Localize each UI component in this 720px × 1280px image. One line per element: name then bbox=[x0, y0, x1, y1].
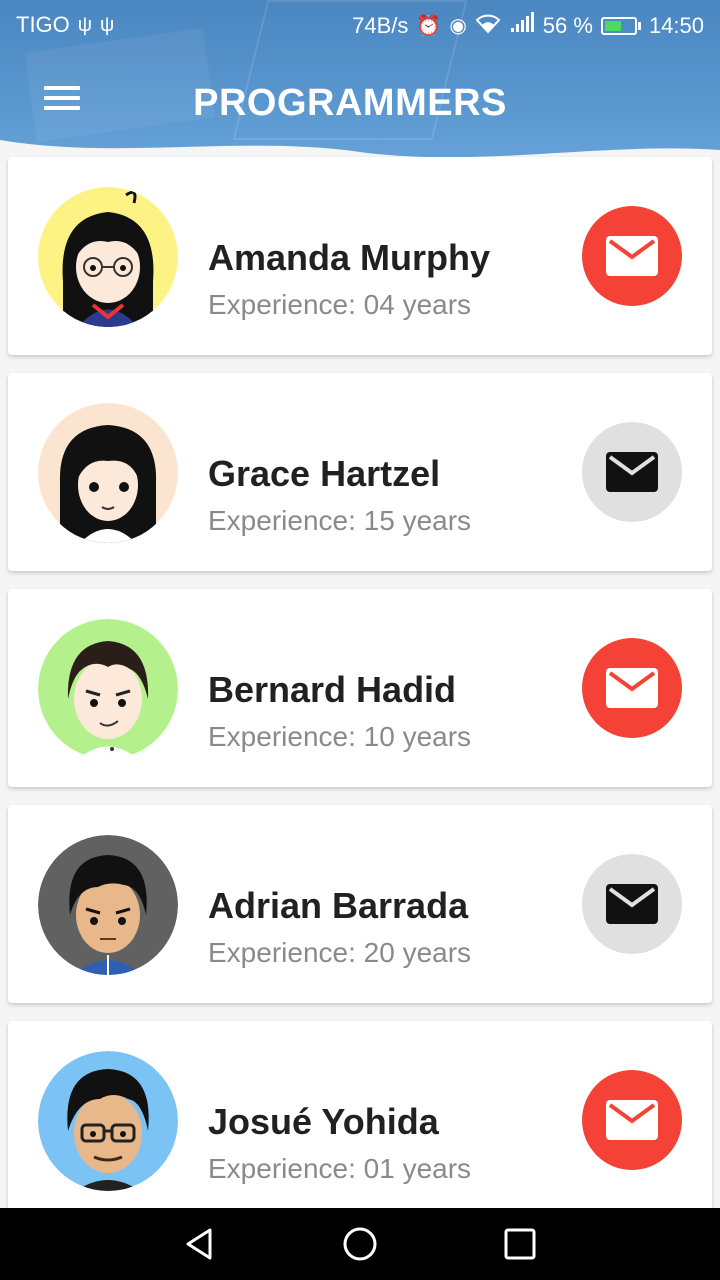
recent-apps-icon[interactable] bbox=[502, 1226, 538, 1262]
programmer-experience: Experience: 01 years bbox=[208, 1153, 472, 1184]
programmer-card[interactable]: Josué Yohida Experience: 01 years bbox=[8, 1021, 712, 1219]
programmer-card[interactable]: Grace Hartzel Experience: 15 years bbox=[8, 373, 712, 571]
programmer-name: Bernard Hadid bbox=[208, 669, 457, 710]
mail-button[interactable] bbox=[582, 422, 682, 522]
mail-icon bbox=[606, 668, 658, 708]
mail-button[interactable] bbox=[582, 854, 682, 954]
status-bar: TIGO ψ ψ 74B/s ⏰ ◉ 56 % 14:50 bbox=[0, 0, 720, 50]
programmer-experience: Experience: 04 years bbox=[208, 289, 472, 320]
avatar bbox=[38, 187, 178, 327]
mail-icon bbox=[606, 452, 658, 492]
network-speed: 74B/s bbox=[352, 13, 409, 38]
battery-percent: 56 % bbox=[542, 13, 593, 38]
programmer-card[interactable]: Adrian Barrada Experience: 20 years bbox=[8, 805, 712, 1003]
mail-icon bbox=[606, 1100, 658, 1140]
programmer-name: Amanda Murphy bbox=[208, 237, 491, 278]
mail-icon bbox=[606, 884, 658, 924]
programmer-experience: Experience: 20 years bbox=[208, 937, 472, 968]
status-bar-right: 74B/s ⏰ ◉ 56 % 14:50 bbox=[352, 12, 704, 40]
home-icon[interactable] bbox=[342, 1226, 378, 1262]
avatar bbox=[38, 403, 178, 543]
signal-icon bbox=[509, 12, 535, 40]
navigation-bar bbox=[0, 1208, 720, 1280]
screen: TIGO ψ ψ 74B/s ⏰ ◉ 56 % 14:50 PROGRAMMER… bbox=[0, 0, 720, 1280]
avatar bbox=[38, 835, 178, 975]
carrier-label: TIGO bbox=[16, 12, 70, 37]
programmer-experience: Experience: 15 years bbox=[208, 505, 472, 536]
programmer-list: Amanda Murphy Experience: 04 years Grace… bbox=[8, 157, 712, 1237]
mail-button[interactable] bbox=[582, 206, 682, 306]
page-title: PROGRAMMERS bbox=[193, 82, 507, 124]
wifi-icon bbox=[475, 12, 501, 40]
mail-button[interactable] bbox=[582, 1070, 682, 1170]
programmer-name: Adrian Barrada bbox=[208, 885, 469, 926]
programmer-name: Grace Hartzel bbox=[208, 453, 441, 494]
programmer-experience: Experience: 10 years bbox=[208, 721, 472, 752]
status-bar-left: TIGO ψ ψ bbox=[16, 12, 114, 38]
back-icon[interactable] bbox=[182, 1226, 218, 1262]
battery-charging-icon bbox=[600, 17, 641, 35]
alarm-icon: ⏰ bbox=[416, 15, 442, 37]
programmer-card[interactable]: Bernard Hadid Experience: 10 years bbox=[8, 589, 712, 787]
usb-icon: ψ bbox=[100, 14, 115, 36]
mail-icon bbox=[606, 236, 658, 276]
programmer-card[interactable]: Amanda Murphy Experience: 04 years bbox=[8, 157, 712, 355]
programmer-name: Josué Yohida bbox=[208, 1101, 439, 1142]
mail-button[interactable] bbox=[582, 638, 682, 738]
clock: 14:50 bbox=[648, 13, 704, 38]
avatar bbox=[38, 1051, 178, 1191]
eye-icon: ◉ bbox=[449, 15, 467, 37]
avatar bbox=[38, 619, 178, 759]
usb-icon: ψ bbox=[77, 14, 93, 36]
